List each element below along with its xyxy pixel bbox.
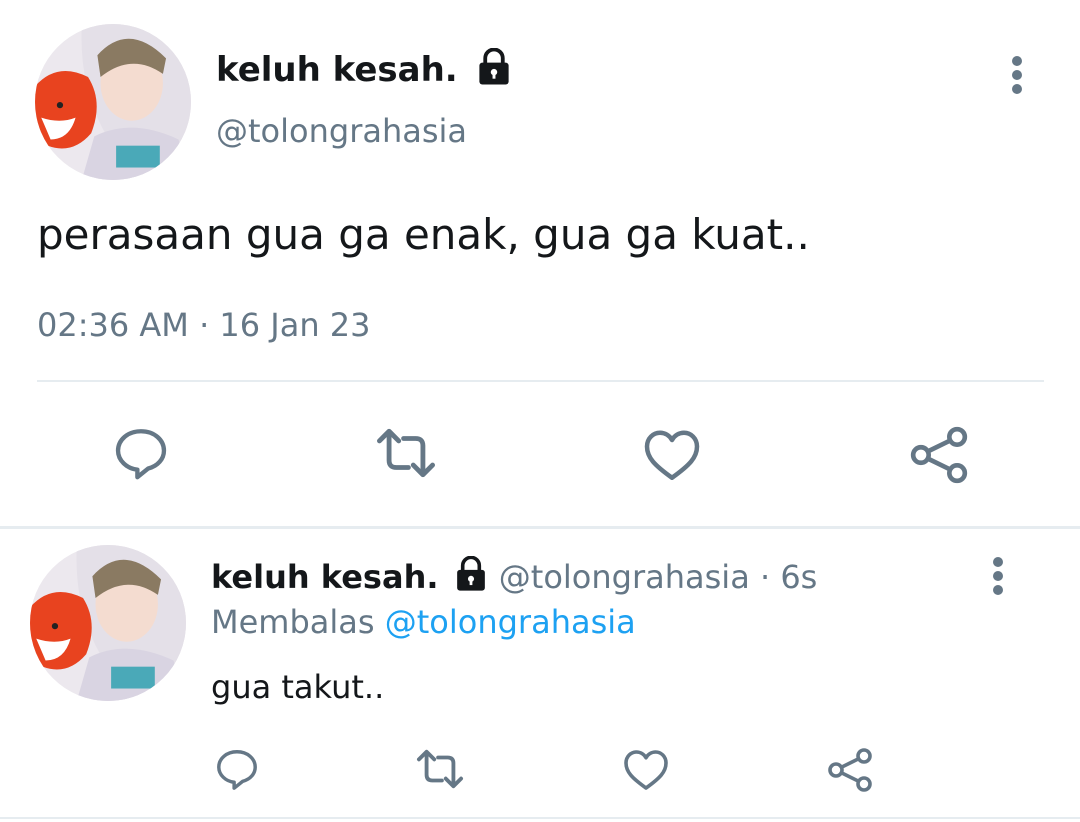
retweet-icon bbox=[416, 749, 463, 789]
main-tweet-display-name[interactable]: keluh kesah. bbox=[216, 47, 512, 90]
reply-button[interactable] bbox=[112, 424, 170, 482]
avatar-image bbox=[30, 545, 186, 701]
reply-age-separator: · bbox=[749, 558, 781, 596]
reply-handle[interactable]: @tolongrahasia bbox=[499, 558, 750, 596]
reply-icon bbox=[115, 429, 167, 480]
share-button[interactable] bbox=[826, 746, 874, 794]
reply-display-name[interactable]: keluh kesah. bbox=[211, 558, 439, 596]
reply-age: 6s bbox=[780, 558, 818, 596]
main-tweet-timestamp[interactable]: 02:36 AM · 16 Jan 23 bbox=[37, 306, 371, 344]
bottom-separator bbox=[0, 817, 1080, 819]
tweet-time: 02:36 AM bbox=[37, 306, 189, 344]
tweet-date: 16 Jan 23 bbox=[219, 306, 371, 344]
replying-to-line: Membalas @tolongrahasia bbox=[211, 603, 636, 641]
more-vertical-icon bbox=[993, 557, 1003, 595]
main-tweet-text: perasaan gua ga enak, gua ga kuat.. bbox=[37, 210, 810, 259]
like-button[interactable] bbox=[622, 747, 670, 791]
main-tweet-avatar[interactable] bbox=[35, 24, 191, 180]
avatar-image bbox=[35, 24, 191, 180]
lock-icon bbox=[454, 555, 488, 592]
reply-more-options-button[interactable] bbox=[983, 553, 1013, 603]
share-icon bbox=[828, 748, 872, 792]
share-icon bbox=[910, 426, 968, 484]
retweet-icon bbox=[376, 428, 435, 478]
replying-label: Membalas bbox=[211, 603, 375, 641]
reply-tweet-avatar[interactable] bbox=[30, 545, 186, 701]
like-icon bbox=[624, 750, 668, 790]
reply-button[interactable] bbox=[214, 746, 260, 792]
retweet-button[interactable] bbox=[374, 424, 438, 482]
reply-tweet-header: keluh kesah. @tolongrahasia · 6s bbox=[211, 555, 818, 596]
retweet-button[interactable] bbox=[414, 746, 466, 792]
section-separator bbox=[0, 526, 1080, 529]
date-separator: · bbox=[188, 306, 220, 344]
lock-icon bbox=[476, 47, 512, 86]
tweet-divider bbox=[37, 380, 1044, 382]
reply-icon bbox=[217, 750, 257, 790]
display-name-text: keluh kesah. bbox=[216, 50, 458, 90]
more-options-button[interactable] bbox=[1002, 52, 1032, 102]
share-button[interactable] bbox=[908, 424, 970, 486]
like-icon bbox=[644, 430, 700, 480]
replying-to-link[interactable]: @tolongrahasia bbox=[385, 603, 636, 641]
reply-tweet-text: gua takut.. bbox=[211, 668, 385, 706]
main-tweet-handle[interactable]: @tolongrahasia bbox=[216, 112, 467, 150]
more-vertical-icon bbox=[1012, 56, 1022, 94]
like-button[interactable] bbox=[642, 426, 702, 482]
